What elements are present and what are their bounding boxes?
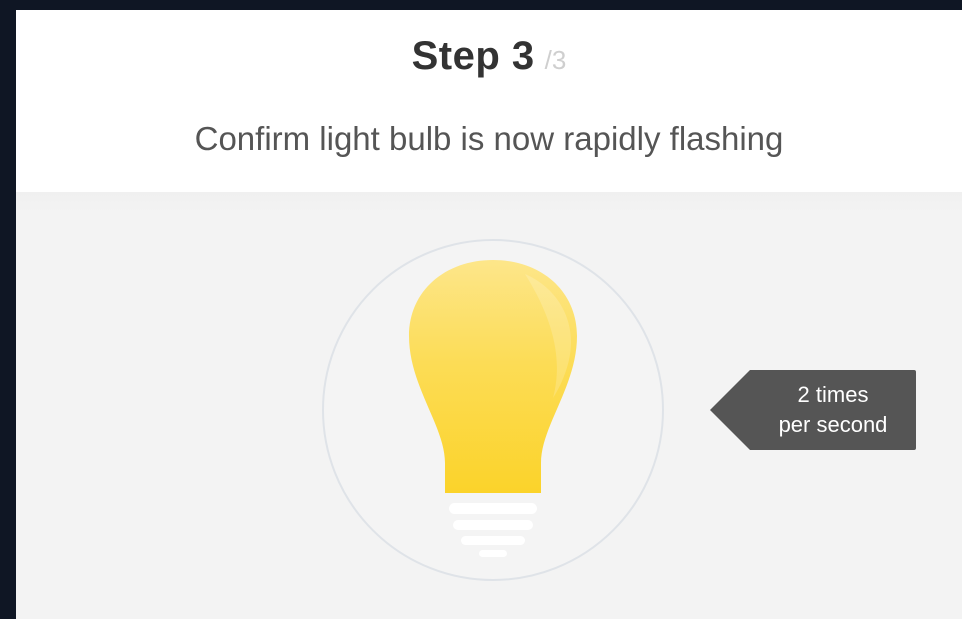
step-indicator: Step 3/3: [16, 34, 962, 79]
step-total: /3: [544, 45, 567, 75]
flash-rate-tag: 2 times per second: [710, 370, 916, 450]
bulb-base-ring-1: [449, 503, 537, 514]
bulb-base-ring-3: [461, 536, 525, 545]
pairing-step-panel: Step 3/3 Confirm light bulb is now rapid…: [16, 10, 962, 619]
step-header: Step 3/3 Confirm light bulb is now rapid…: [16, 10, 962, 192]
flash-rate-line-2: per second: [778, 412, 888, 437]
flash-rate-line-1: 2 times: [797, 382, 869, 407]
bulb-base-tip: [479, 550, 507, 557]
flash-rate-text: 2 times per second: [750, 370, 916, 450]
step-instruction: Confirm light bulb is now rapidly flashi…: [194, 120, 784, 157]
bulb-base-ring-2: [453, 520, 533, 530]
step-label: Step 3: [411, 34, 535, 78]
light-bulb-icon: [322, 239, 664, 581]
illustration-area: 2 times per second: [16, 192, 962, 619]
